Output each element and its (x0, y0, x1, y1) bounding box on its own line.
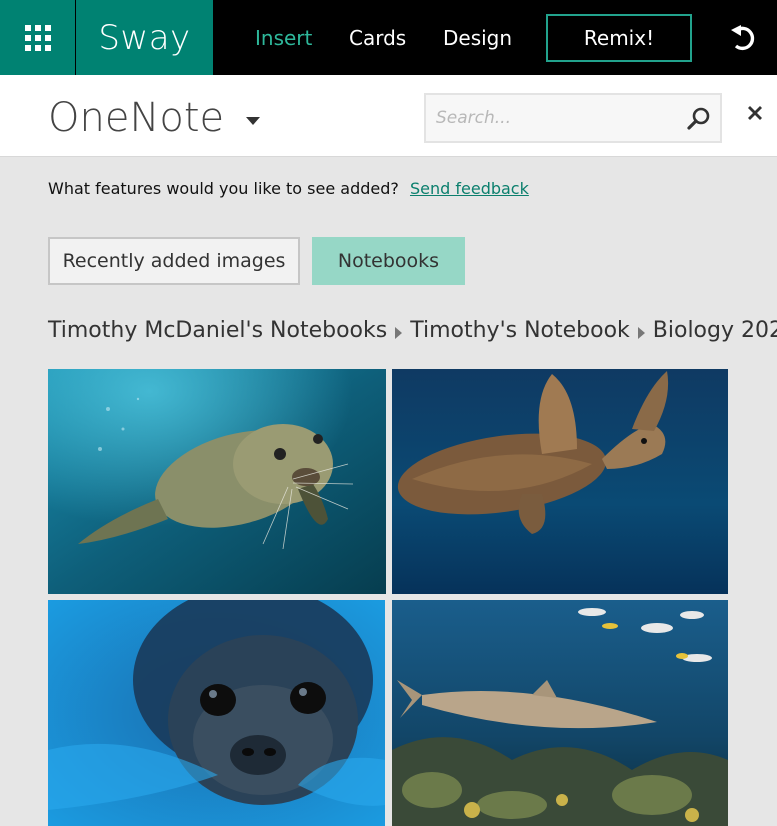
undo-button[interactable] (722, 18, 764, 58)
caret-down-icon (246, 116, 261, 125)
source-title: OneNote (48, 95, 225, 141)
search-input[interactable] (436, 95, 676, 141)
feedback-question: What features would you like to see adde… (48, 179, 399, 198)
breadcrumb-item-notebook[interactable]: Timothy's Notebook (410, 318, 630, 343)
breadcrumb: Timothy McDaniel's Notebooks Timothy's N… (48, 318, 777, 343)
tab-cards[interactable]: Cards (349, 0, 406, 75)
remix-button[interactable]: Remix! (546, 14, 692, 62)
breadcrumb-item-notebooks[interactable]: Timothy McDaniel's Notebooks (48, 318, 387, 343)
image-sea-lion[interactable] (48, 369, 386, 594)
send-feedback-link[interactable]: Send feedback (410, 179, 529, 198)
feedback-prompt: What features would you like to see adde… (48, 179, 529, 198)
search-button[interactable] (684, 103, 714, 133)
search-icon (687, 107, 710, 130)
triangle-right-icon (395, 326, 403, 339)
tab-insert[interactable]: Insert (255, 0, 312, 75)
close-icon (748, 106, 762, 120)
image-sea-turtle[interactable] (392, 369, 728, 594)
triangle-right-icon (637, 326, 645, 339)
notebooks-button[interactable]: Notebooks (312, 237, 465, 285)
undo-icon (731, 25, 755, 51)
close-button[interactable] (742, 100, 768, 126)
top-bar: Sway Insert Cards Design Remix! (0, 0, 777, 75)
tab-design[interactable]: Design (443, 0, 512, 75)
grid-icon (24, 24, 51, 51)
source-header: OneNote (0, 75, 777, 157)
breadcrumb-item-section: Biology 202 (652, 318, 777, 343)
recently-added-images-button[interactable]: Recently added images (48, 237, 300, 285)
search-box (424, 93, 722, 143)
app-brand: Sway (76, 0, 213, 75)
image-shark-reef[interactable] (392, 600, 728, 826)
source-selector[interactable]: OneNote (48, 95, 261, 141)
app-launcher-button[interactable] (0, 0, 75, 75)
image-seal[interactable] (48, 600, 385, 826)
